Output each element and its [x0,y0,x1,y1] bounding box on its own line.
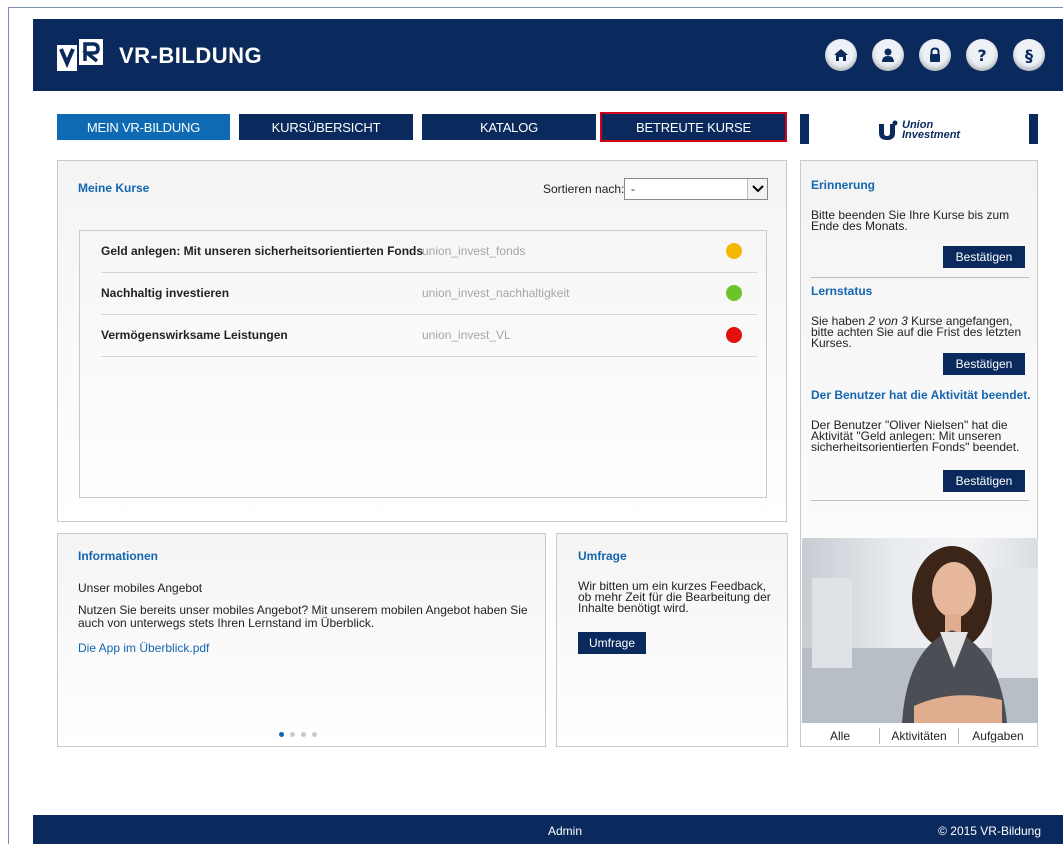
tab-kursuebersicht[interactable]: KURSÜBERSICHT [239,114,413,140]
filter-activities[interactable]: Aktivitäten [880,729,958,743]
survey-panel: Umfrage Wir bitten um ein kurzes Feedbac… [556,533,788,747]
partner-logo-text: Union Investment [902,120,961,141]
course-name: Geld anlegen: Mit unseren sicherheitsori… [101,244,424,258]
vr-logo-icon[interactable] [57,39,103,71]
courses-panel: Meine Kurse Sortieren nach: - Geld anleg… [57,160,787,522]
divider [811,500,1029,501]
partner-logo-line2: Investment [902,129,961,141]
confirm-activity-button[interactable]: Bestätigen [943,470,1025,492]
help-icon[interactable]: ? [966,39,998,71]
course-row[interactable]: Vermögenswirksame Leistungen union_inves… [101,315,757,357]
app-title: VR-BILDUNG [119,43,263,68]
home-icon[interactable] [825,39,857,71]
carousel-dots [279,732,317,737]
user-icon[interactable] [872,39,904,71]
courses-title: Meine Kurse [78,181,150,195]
info-subtitle: Unser mobiles Angebot [78,581,203,595]
footer: Admin © 2015 VR-Bildung [33,815,1063,844]
tab-mein-vr-bildung[interactable]: MEIN VR-BILDUNG [57,114,230,140]
info-title: Informationen [78,549,158,563]
carousel-dot[interactable] [290,732,295,737]
union-investment-logo-icon [879,120,898,140]
carousel-dot-active[interactable] [279,732,284,737]
status-dot-red [726,327,742,343]
chevron-down-icon[interactable] [747,179,767,199]
filter-all[interactable]: Alle [801,729,879,743]
course-code: union_invest_fonds [422,244,526,258]
lock-icon[interactable] [919,39,951,71]
survey-title: Umfrage [578,549,627,563]
paragraph-icon[interactable]: § [1013,39,1045,71]
course-code: union_invest_VL [422,328,511,342]
woman-portrait-image [802,546,1038,723]
reminder-title: Erinnerung [811,178,876,192]
sort-label: Sortieren nach: [543,182,625,196]
sidebar-filter-tabs: Alle Aktivitäten Aufgaben [801,725,1039,747]
status-dot-green [726,285,742,301]
partner-bar-right [1029,114,1038,144]
survey-body: Wir bitten um ein kurzes Feedback, ob me… [578,579,771,615]
sort-value: - [631,182,635,196]
header-icons: ? § [825,39,1045,71]
carousel-dot[interactable] [301,732,306,737]
reminder-text: Bitte beenden Sie Ihre Kurse bis zum End… [811,208,1010,233]
carousel-dot[interactable] [312,732,317,737]
course-row[interactable]: Nachhaltig investieren union_invest_nach… [101,273,757,315]
partner-bar-left [800,114,809,144]
tab-betreute-kurse[interactable]: BETREUTE KURSE [600,112,787,142]
admin-link[interactable]: Admin [548,824,582,838]
notifications-sidebar: Erinnerung Bitte beenden Sie Ihre Kurse … [800,160,1038,747]
status-dot-yellow [726,243,742,259]
confirm-reminder-button[interactable]: Bestätigen [943,246,1025,268]
course-name: Nachhaltig investieren [101,286,230,300]
course-code: union_invest_nachhaltigkeit [422,286,570,300]
tab-katalog[interactable]: KATALOG [422,114,596,140]
advisor-photo [802,538,1038,723]
course-list: Geld anlegen: Mit unseren sicherheitsori… [79,230,767,498]
course-row[interactable]: Geld anlegen: Mit unseren sicherheitsori… [101,231,757,273]
header: VR-BILDUNG ? § [33,19,1063,91]
divider [811,277,1029,278]
filter-tasks[interactable]: Aufgaben [959,729,1037,743]
progress-title: Lernstatus [811,284,873,298]
info-panel: Informationen Unser mobiles Angebot Nutz… [57,533,546,747]
course-name: Vermögenswirksame Leistungen [101,328,288,342]
progress-text: Sie haben 2 von 3 Kurse angefangen, bitt… [811,315,1031,349]
partner-logo-bar: Union Investment [800,114,1038,144]
activity-text: Der Benutzer "Oliver Nielsen" hat die Ak… [811,418,1020,454]
confirm-progress-button[interactable]: Bestätigen [943,353,1025,375]
survey-button[interactable]: Umfrage [578,632,646,654]
copyright: © 2015 VR-Bildung [938,824,1041,838]
sort-select[interactable]: - [624,178,768,200]
info-body: Nutzen Sie bereits unser mobiles Angebot… [78,603,528,630]
app-pdf-link[interactable]: Die App im Überblick.pdf [78,641,209,655]
activity-title: Der Benutzer hat die Aktivität beendet. [811,388,1031,402]
